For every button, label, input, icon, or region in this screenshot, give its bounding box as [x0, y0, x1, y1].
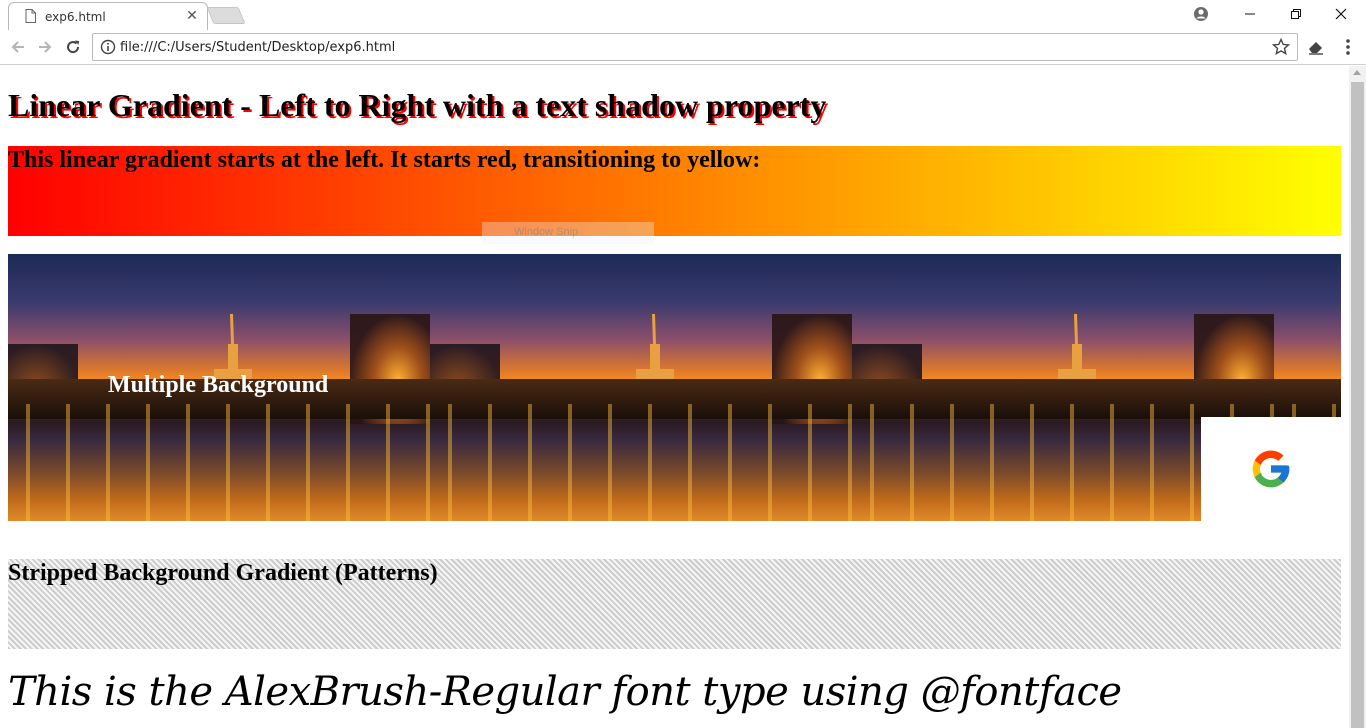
arrow-right-icon: [39, 41, 52, 53]
linear-gradient-box: This linear gradient starts at the left.…: [8, 146, 1341, 236]
background-image-tile: [430, 254, 852, 521]
profile-icon[interactable]: [1178, 0, 1224, 28]
reload-icon: [67, 40, 80, 54]
scrollbar-thumb[interactable]: [1351, 82, 1364, 728]
window-snip-overlay: Window Snip: [482, 222, 654, 244]
restore-button[interactable]: [1273, 0, 1319, 28]
tab-close-icon[interactable]: ✕: [184, 7, 200, 23]
striped-background-label: Stripped Background Gradient (Patterns): [8, 560, 438, 586]
multiple-background-box: Multiple Background: [8, 254, 1341, 521]
address-bar[interactable]: file:///C:/Users/Student/Desktop/exp6.ht…: [92, 33, 1298, 61]
menu-kebab-icon[interactable]: [1338, 37, 1358, 57]
new-tab-button[interactable]: [206, 7, 246, 24]
google-icon: [1252, 450, 1290, 488]
title-bar: exp6.html ✕: [0, 0, 1366, 30]
eraser-extension-icon[interactable]: [1306, 37, 1326, 57]
forward-button[interactable]: [34, 36, 56, 58]
minimize-button[interactable]: [1227, 0, 1273, 28]
window-snip-label: Window Snip: [514, 226, 579, 238]
arrow-left-icon: [11, 41, 24, 53]
google-logo-image: [1201, 417, 1341, 521]
browser-toolbar: file:///C:/Users/Student/Desktop/exp6.ht…: [0, 30, 1366, 65]
close-window-button[interactable]: [1318, 0, 1364, 28]
reload-button[interactable]: [62, 36, 84, 58]
scroll-up-arrow-icon[interactable]: [1353, 70, 1361, 75]
multiple-background-label: Multiple Background: [108, 372, 329, 398]
browser-tab[interactable]: exp6.html ✕: [8, 2, 208, 30]
tab-title: exp6.html: [45, 10, 106, 24]
vertical-scrollbar[interactable]: [1349, 66, 1366, 728]
custom-font-demo-text: This is the AlexBrush-Regular font type …: [8, 669, 1122, 715]
page-viewport: Linear Gradient - Left to Right with a t…: [0, 66, 1349, 728]
info-icon[interactable]: [100, 39, 116, 55]
striped-background-box: Stripped Background Gradient (Patterns): [8, 559, 1341, 649]
file-icon: [25, 9, 36, 23]
back-button[interactable]: [7, 36, 29, 58]
bookmark-star-icon[interactable]: [1271, 37, 1291, 57]
url-text: file:///C:/Users/Student/Desktop/exp6.ht…: [120, 40, 396, 55]
gradient-description: This linear gradient starts at the left.…: [8, 147, 761, 173]
page-heading: Linear Gradient - Left to Right with a t…: [8, 87, 827, 123]
